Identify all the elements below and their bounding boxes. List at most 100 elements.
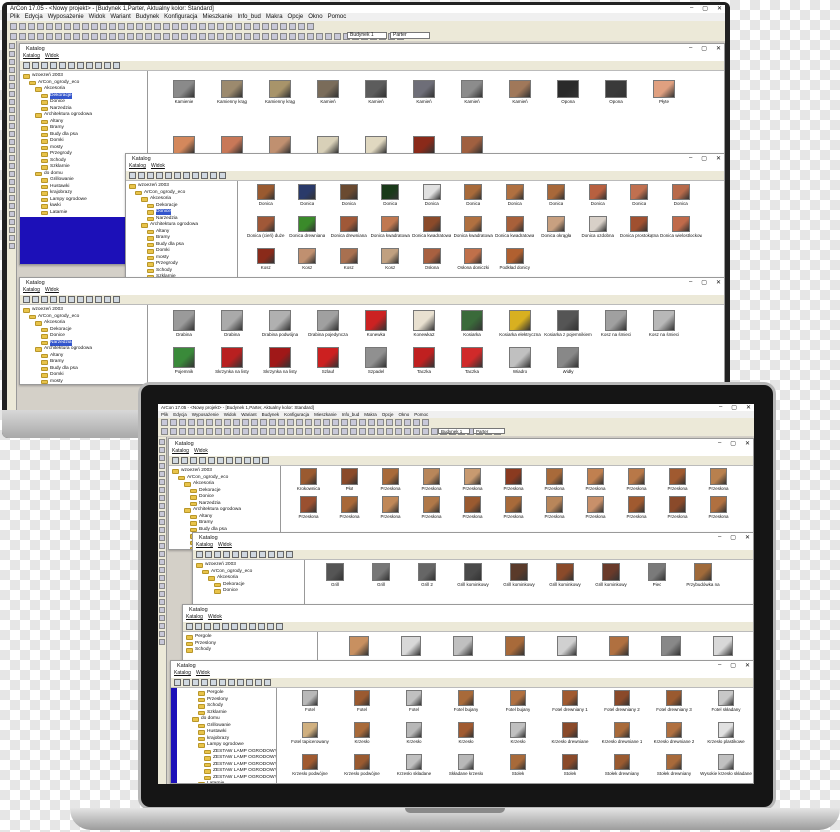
toolbar-button-icon[interactable]	[253, 22, 260, 30]
catalog-item[interactable]: Płot	[329, 468, 370, 496]
catalog-item[interactable]: Przesłona	[534, 496, 575, 524]
catalog-item[interactable]: Grill kominkowy	[450, 563, 496, 593]
minimize-icon[interactable]: –	[718, 440, 721, 447]
close-icon[interactable]: ✕	[717, 5, 722, 12]
toolbar-button-icon[interactable]	[190, 32, 197, 40]
toolbar-button-icon[interactable]	[422, 428, 429, 435]
catalog-item[interactable]: Fotel drewniany 3	[648, 690, 700, 722]
maximize-icon[interactable]: ▢	[701, 279, 707, 286]
toolbar-button-icon[interactable]	[55, 22, 62, 30]
maximize-icon[interactable]: ▢	[702, 5, 708, 12]
menu-item[interactable]: Mieszkanie	[203, 14, 233, 20]
menu-item[interactable]: Widok	[194, 448, 208, 456]
tool-icon[interactable]	[159, 591, 165, 597]
close-icon[interactable]: ✕	[716, 45, 721, 52]
toolbar-button-icon[interactable]	[404, 419, 411, 426]
toolbar-button-icon[interactable]	[262, 32, 269, 40]
toolbar-button-icon[interactable]	[37, 22, 44, 30]
catalog-tool-icon[interactable]	[68, 296, 75, 303]
catalog-tool-icon[interactable]	[228, 679, 235, 686]
catalog-item[interactable]: Konewka2	[400, 310, 448, 347]
catalog-item[interactable]: Donica (cień) duże	[245, 216, 287, 248]
catalog-item[interactable]: Kosz	[245, 248, 287, 278]
catalog-tool-icon[interactable]	[201, 172, 208, 179]
catalog-tool-icon[interactable]	[59, 296, 66, 303]
toolbar-button-icon[interactable]	[208, 32, 215, 40]
catalog-item[interactable]: Skrzynka na listy	[256, 347, 304, 384]
menu-item[interactable]: Pomoc	[414, 412, 428, 417]
catalog-tool-icon[interactable]	[240, 623, 247, 630]
catalog-tool-icon[interactable]	[267, 623, 274, 630]
catalog-item[interactable]: Przesłona	[411, 468, 452, 496]
catalog-item[interactable]: Donica wielostlockowe	[660, 216, 702, 248]
tool-icon[interactable]	[159, 567, 165, 573]
toolbar-button-icon[interactable]	[224, 428, 231, 435]
tree-node[interactable]: Schody	[183, 647, 317, 654]
toolbar-button-icon[interactable]	[179, 419, 186, 426]
catalog-tool-icon[interactable]	[104, 62, 111, 69]
catalog-tool-icon[interactable]	[258, 623, 265, 630]
tool-icon[interactable]	[8, 187, 15, 193]
menu-item[interactable]: Budynek	[262, 412, 280, 417]
toolbar-button-icon[interactable]	[73, 32, 80, 40]
catalog-tool-icon[interactable]	[156, 172, 163, 179]
catalog-item[interactable]: Płyte	[640, 80, 688, 136]
menu-item[interactable]: Katalog	[196, 542, 213, 550]
catalog-tool-icon[interactable]	[181, 457, 188, 464]
catalog-item[interactable]: Przesłona	[616, 496, 657, 524]
catalog-item[interactable]: Donica drewniana	[328, 216, 370, 248]
toolbar-button-icon[interactable]	[307, 32, 314, 40]
toolbar-button-icon[interactable]	[287, 428, 294, 435]
menu-item[interactable]: Edycja	[25, 14, 43, 20]
menu-item[interactable]: Opcje	[382, 412, 394, 417]
catalog-tool-icon[interactable]	[95, 296, 102, 303]
catalog-tool-icon[interactable]	[214, 551, 221, 558]
toolbar-button-icon[interactable]	[199, 32, 206, 40]
catalog-tool-icon[interactable]	[32, 296, 39, 303]
toolbar-button-icon[interactable]	[289, 22, 296, 30]
catalog-item[interactable]: Krzesło	[492, 722, 544, 754]
catalog-item[interactable]: Donica kwadratowa	[453, 216, 495, 248]
menu-item[interactable]: Wyposażenie	[192, 412, 219, 417]
catalog-item[interactable]: Przesłona	[493, 496, 534, 524]
catalog-item[interactable]: Opona	[592, 80, 640, 136]
toolbar-button-icon[interactable]	[314, 428, 321, 435]
tool-icon[interactable]	[159, 447, 165, 453]
toolbar-button-icon[interactable]	[253, 32, 260, 40]
toolbar-button-icon[interactable]	[109, 22, 116, 30]
catalog-item[interactable]: Donica	[411, 184, 453, 216]
toolbar-button-icon[interactable]	[332, 419, 339, 426]
menu-item[interactable]: Katalog	[23, 287, 40, 295]
catalog-item[interactable]: Fotel	[284, 690, 336, 722]
catalog-item[interactable]: Fotel	[336, 690, 388, 722]
catalog-item[interactable]: Kamień	[496, 80, 544, 136]
catalog-tool-icon[interactable]	[50, 62, 57, 69]
catalog-tool-icon[interactable]	[249, 623, 256, 630]
catalog-tool-icon[interactable]	[210, 172, 217, 179]
toolbar-button-icon[interactable]	[136, 32, 143, 40]
tree-node[interactable]: Donice	[193, 588, 304, 595]
catalog-item[interactable]: Drabina pojedyncza	[304, 310, 352, 347]
tool-icon[interactable]	[159, 639, 165, 645]
toolbar-button-icon[interactable]	[28, 22, 35, 30]
catalog-item[interactable]: Fotel bujany	[492, 690, 544, 722]
catalog-item[interactable]: Przesłona	[657, 496, 698, 524]
toolbar-button-icon[interactable]	[242, 419, 249, 426]
toolbar-button-icon[interactable]	[226, 22, 233, 30]
toolbar-button-icon[interactable]	[226, 32, 233, 40]
toolbar-button-icon[interactable]	[215, 419, 222, 426]
catalog-item[interactable]: Grill kominkowy	[588, 563, 634, 593]
catalog-tool-icon[interactable]	[41, 62, 48, 69]
toolbar-button-icon[interactable]	[179, 428, 186, 435]
menu-item[interactable]: Makra	[266, 14, 283, 20]
catalog-item[interactable]: Grill	[358, 563, 404, 593]
toolbar-button-icon[interactable]	[359, 419, 366, 426]
tool-icon[interactable]	[8, 219, 15, 225]
toolbar-button-icon[interactable]	[251, 428, 258, 435]
tool-icon[interactable]	[8, 163, 15, 169]
catalog-item[interactable]: Szlauf	[304, 347, 352, 384]
toolbar-button-icon[interactable]	[350, 428, 357, 435]
close-icon[interactable]: ✕	[745, 662, 750, 669]
toolbar-button-icon[interactable]	[404, 428, 411, 435]
toolbar-button-icon[interactable]	[271, 22, 278, 30]
